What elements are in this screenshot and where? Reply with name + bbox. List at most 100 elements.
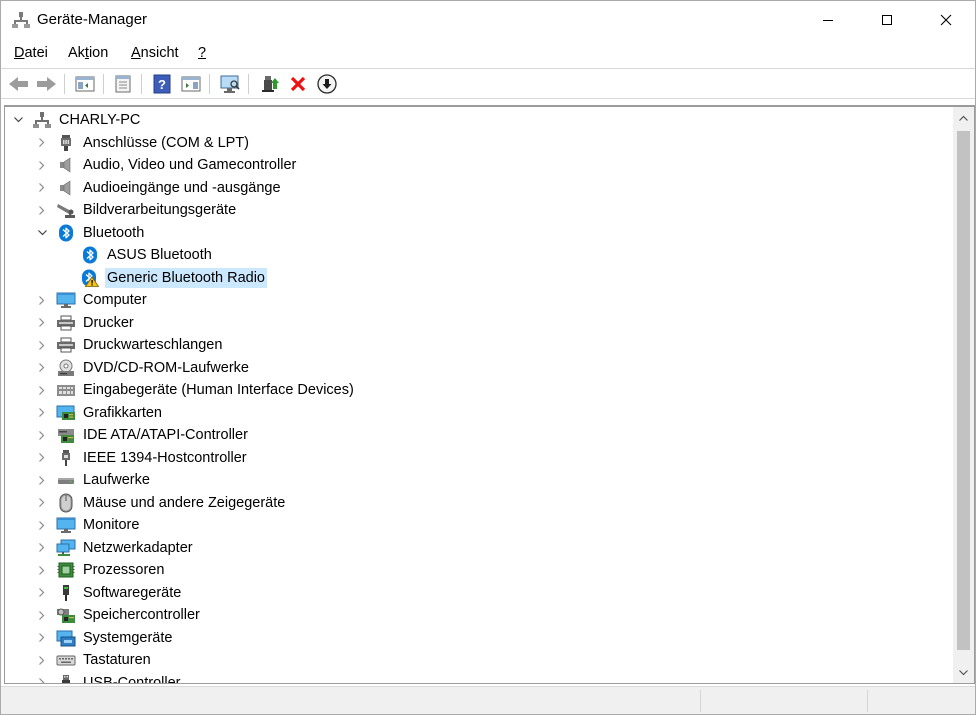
tree-category-row[interactable]: Drucker [5,312,951,334]
disable-device-button[interactable] [315,73,339,95]
tree-item-label: Bildverarbeitungsgeräte [83,202,237,218]
update-driver-button[interactable] [258,73,282,95]
help-button[interactable]: ? [150,73,174,95]
chevron-up-icon [959,115,968,121]
tree-category-row[interactable]: Bluetooth [5,222,951,244]
tree-category-row[interactable]: USB-Controller [5,672,951,684]
menu-aktion[interactable]: Aktion [68,45,108,61]
tree-category-row[interactable]: Tastaturen [5,649,951,671]
chevron-right-icon[interactable] [36,424,48,446]
tree-device-row[interactable]: ASUS Bluetooth [5,244,951,266]
speaker-icon [56,178,76,198]
chevron-right-icon[interactable] [36,582,48,604]
uninstall-device-button[interactable] [286,73,310,95]
back-button[interactable] [7,73,31,95]
chevron-right-icon[interactable] [36,649,48,671]
disk-drive-icon [56,470,76,490]
tree-category-row[interactable]: Netzwerkadapter [5,537,951,559]
software-device-icon [56,583,76,603]
maximize-icon [882,15,892,25]
properties-button[interactable] [111,73,135,95]
printer-icon [56,335,76,355]
device-tree[interactable]: CHARLY-PC Anschlüsse (COM & LPT) Audio, V… [5,107,953,684]
tree-category-row[interactable]: IDE ATA/ATAPI-Controller [5,424,951,446]
forward-button[interactable] [34,73,58,95]
action-pane-button[interactable] [179,73,203,95]
menu-bar: Datei Aktion Ansicht ? [1,41,975,67]
maximize-button[interactable] [858,1,916,39]
tree-category-row[interactable]: Laufwerke [5,469,951,491]
show-hide-console-tree-button[interactable] [73,73,97,95]
menu-ansicht[interactable]: Ansicht [131,45,179,61]
chevron-right-icon[interactable] [36,312,48,334]
chevron-right-icon[interactable] [36,379,48,401]
tree-item-label: Tastaturen [83,652,151,668]
tree-category-row[interactable]: IEEE 1394-Hostcontroller [5,447,951,469]
chevron-right-icon[interactable] [36,334,48,356]
bluetooth-icon [56,223,76,243]
chevron-right-icon[interactable] [36,447,48,469]
scrollbar-thumb[interactable] [957,131,970,650]
scroll-down-button[interactable] [953,662,974,683]
tree-item-label: Audioeingänge und -ausgänge [83,179,281,196]
tree-category-row[interactable]: Mäuse und andere Zeigegeräte [5,492,951,514]
title-bar[interactable]: Geräte-Manager [1,1,975,39]
tree-category-row[interactable]: Prozessoren [5,559,951,581]
chevron-right-icon[interactable] [36,154,48,176]
chevron-right-icon[interactable] [36,492,48,514]
tree-category-row[interactable]: Bildverarbeitungsgeräte [5,199,951,221]
console-tree-icon [75,76,95,92]
tree-category-row[interactable]: Systemgeräte [5,627,951,649]
chevron-right-icon[interactable] [36,627,48,649]
window-title: Geräte-Manager [37,11,148,28]
tree-category-row[interactable]: Monitore [5,514,951,536]
chevron-right-icon[interactable] [36,537,48,559]
tree-category-row[interactable]: Computer [5,289,951,311]
tree-device-row[interactable]: Generic Bluetooth Radio [5,267,951,289]
scroll-up-button[interactable] [953,107,974,129]
tree-item-label: Generic Bluetooth Radio [105,267,267,288]
menu-datei[interactable]: Datei [14,45,48,61]
close-icon [940,14,952,26]
toolbar-separator [103,74,104,94]
tree-category-row[interactable]: DVD/CD-ROM-Laufwerke [5,357,951,379]
chevron-right-icon[interactable] [36,402,48,424]
minimize-button[interactable] [799,1,857,39]
chevron-right-icon[interactable] [36,199,48,221]
chevron-right-icon[interactable] [36,177,48,199]
red-x-icon [290,76,306,92]
device-tree-pane[interactable]: CHARLY-PC Anschlüsse (COM & LPT) Audio, V… [4,105,975,684]
tree-category-row[interactable]: Anschlüsse (COM & LPT) [5,132,951,154]
help-icon: ? [153,74,171,94]
chevron-right-icon[interactable] [36,289,48,311]
chevron-right-icon[interactable] [36,132,48,154]
scan-hardware-button[interactable] [218,73,242,95]
chevron-right-icon[interactable] [36,559,48,581]
chevron-down-icon[interactable] [36,222,48,244]
tree-item-label: USB-Controller [83,674,181,684]
tree-category-row[interactable]: Grafikkarten [5,402,951,424]
monitor-icon [56,290,76,310]
tree-category-row[interactable]: Audioeingänge und -ausgänge [5,177,951,199]
tree-item-label: DVD/CD-ROM-Laufwerke [83,359,249,376]
close-button[interactable] [917,1,975,39]
tree-category-row[interactable]: Softwaregeräte [5,582,951,604]
chevron-right-icon[interactable] [36,469,48,491]
printer-icon [56,313,76,333]
menu-help[interactable]: ? [198,45,206,61]
chevron-right-icon[interactable] [36,604,48,626]
device-manager-window: Geräte-Manager Datei Aktion Ansicht ? ? … [0,0,976,715]
tree-category-row[interactable]: Druckwarteschlangen [5,334,951,356]
chevron-down-icon[interactable] [12,109,24,131]
tree-category-row[interactable]: Eingabegeräte (Human Interface Devices) [5,379,951,401]
chevron-right-icon[interactable] [36,357,48,379]
menu-label-rest: nsicht [140,45,179,61]
chevron-right-icon[interactable] [36,672,48,683]
tree-category-row[interactable]: Audio, Video und Gamecontroller [5,154,951,176]
computer-root-icon [32,110,52,130]
chevron-right-icon[interactable] [36,514,48,536]
tree-category-row[interactable]: Speichercontroller [5,604,951,626]
storage-controller-icon [56,605,76,625]
tree-root-row[interactable]: CHARLY-PC [5,109,951,131]
vertical-scrollbar[interactable] [953,107,974,683]
